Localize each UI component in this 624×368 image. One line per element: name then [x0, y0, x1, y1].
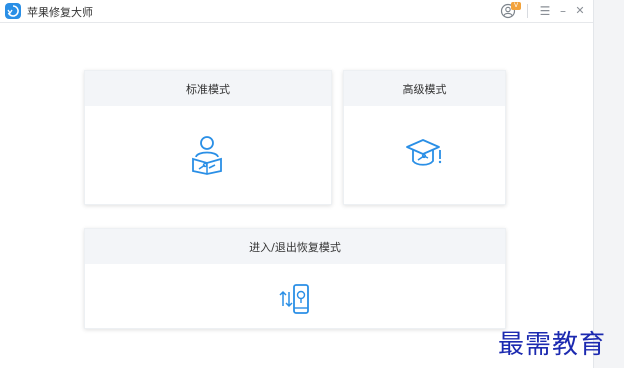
app-title: 苹果修复大师 — [27, 6, 93, 19]
menu-button[interactable]: ☰ — [537, 2, 553, 20]
advanced-mode-label: 高级模式 — [344, 71, 505, 106]
graduation-cap-icon — [404, 137, 444, 175]
vip-badge: V — [511, 2, 521, 10]
app-logo-icon — [5, 3, 21, 19]
advanced-mode-card[interactable]: 高级模式 — [343, 70, 506, 205]
titlebar-divider — [527, 4, 528, 18]
standard-mode-card[interactable]: 标准模式 — [84, 70, 332, 205]
phone-transfer-icon — [279, 282, 313, 320]
title-bar: 苹果修复大师 V ☰ – ✕ — [0, 0, 593, 23]
person-with-wrench-icon — [189, 135, 225, 179]
watermark-text: 最需教育 — [498, 330, 607, 360]
standard-mode-label: 标准模式 — [85, 71, 331, 106]
close-button[interactable]: ✕ — [572, 2, 588, 20]
app-window: 苹果修复大师 V ☰ – ✕ 标准模式 高级模式 进入/退出恢复模式 — [0, 0, 593, 368]
right-gutter — [593, 0, 624, 368]
minimize-button[interactable]: – — [555, 2, 571, 20]
recovery-mode-label: 进入/退出恢复模式 — [85, 229, 505, 264]
recovery-mode-card[interactable]: 进入/退出恢复模式 — [84, 228, 506, 329]
